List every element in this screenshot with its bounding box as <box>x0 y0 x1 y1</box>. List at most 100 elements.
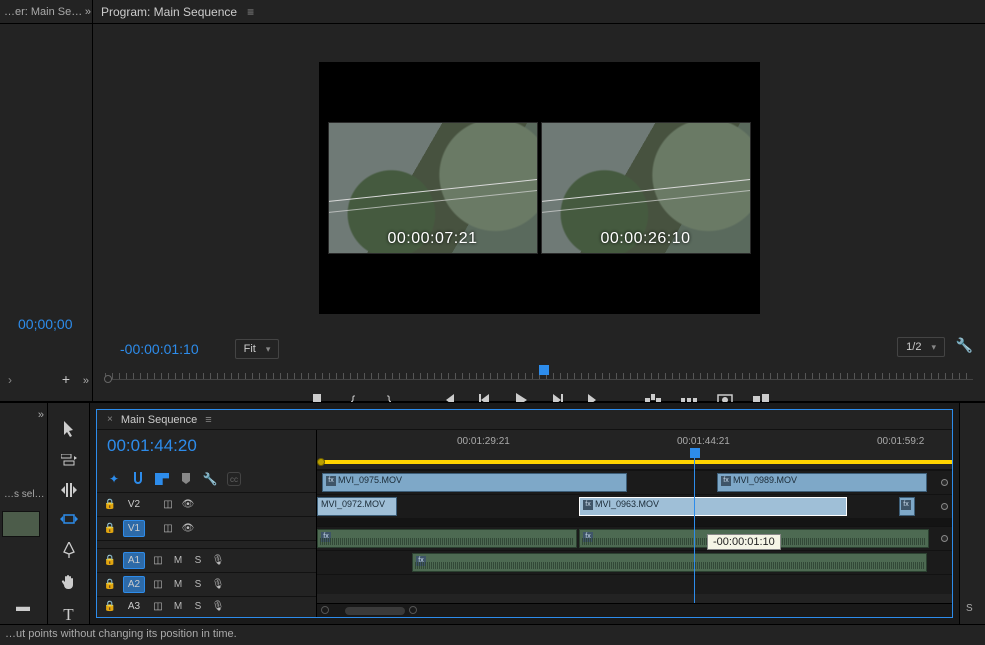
lock-a2-icon[interactable]: 🔒 <box>103 579 117 590</box>
mute-a3-button[interactable]: M <box>171 600 185 614</box>
fx-badge-icon: fx <box>326 476 336 486</box>
track-label-a2[interactable]: A2 <box>123 576 145 593</box>
hand-tool[interactable] <box>59 574 79 590</box>
project-selection-text: …s sel… <box>4 489 45 500</box>
linked-selection-icon[interactable] <box>155 472 169 486</box>
panel-menu-icon[interactable]: ≡ <box>247 5 254 19</box>
project-panel: » …s sel… ▬ <box>0 402 48 624</box>
eye-v1-icon[interactable]: 👁 <box>181 522 195 536</box>
sequence-menu-icon[interactable]: ≡ <box>205 414 211 426</box>
add-icon[interactable]: + <box>62 371 70 387</box>
voice-a2-icon[interactable]: 🎙 <box>211 578 225 592</box>
track-select-tool[interactable] <box>59 453 79 467</box>
clip-v2-b[interactable]: fxMVI_0989.MOV <box>717 473 927 492</box>
type-tool[interactable]: T <box>59 606 79 624</box>
clip-a2-a[interactable]: fx <box>412 553 927 572</box>
source-panel: …er: Main Se… » 00;00;00 » + › <box>0 0 93 401</box>
tool-palette: T <box>48 402 90 624</box>
source-timecode[interactable]: 00;00;00 <box>18 316 73 332</box>
solo-a2-button[interactable]: S <box>191 578 205 592</box>
ruler-tick: 00:01:44:21 <box>677 436 730 447</box>
program-offset-tc[interactable]: -00:00:01:10 <box>120 341 199 357</box>
selection-tool[interactable] <box>59 421 79 437</box>
work-area-bar[interactable] <box>321 460 952 464</box>
program-scrubber[interactable] <box>105 365 973 385</box>
captions-icon[interactable]: cc <box>227 472 241 486</box>
expand-source-icon[interactable]: » <box>83 375 86 387</box>
lock-v1-icon[interactable]: 🔒 <box>103 523 117 534</box>
trim-tooltip: -00:00:01:10 <box>707 534 781 550</box>
expand-project-icon[interactable]: » <box>38 409 41 421</box>
program-tab-label[interactable]: Program: Main Sequence <box>101 5 237 19</box>
time-ruler[interactable]: 00:01:29:21 00:01:44:21 00:01:59:2 <box>317 430 952 470</box>
keyframe-dot[interactable] <box>941 479 948 486</box>
lock-a1-icon[interactable]: 🔒 <box>103 555 117 566</box>
overlay-tc-left: 00:00:07:21 <box>387 230 477 248</box>
track-label-v1[interactable]: V1 <box>123 520 145 537</box>
right-docked-panel: S <box>959 402 985 624</box>
snap-icon[interactable] <box>131 472 145 486</box>
voice-a3-icon[interactable]: 🎙 <box>211 600 225 614</box>
program-viewer[interactable]: 00:00:07:21 00:00:26:10 <box>93 24 985 331</box>
mute-a2-button[interactable]: M <box>171 578 185 592</box>
sync-lock-v1-icon[interactable]: ◫ <box>161 522 175 536</box>
scrubber-playhead[interactable] <box>539 365 549 375</box>
sequence-tab-label[interactable]: Main Sequence <box>121 414 197 426</box>
clip-v1-b[interactable]: fxMVI_0963.MOV <box>579 497 847 516</box>
expand-icon[interactable]: » <box>85 6 88 18</box>
mute-a1-button[interactable]: M <box>171 554 185 568</box>
track-label-a3[interactable]: A3 <box>123 598 145 615</box>
ruler-tick: 00:01:59:2 <box>877 436 924 447</box>
marker-icon[interactable] <box>179 472 193 486</box>
fx-badge-icon: fx <box>583 500 593 510</box>
clip-v2-a[interactable]: fxMVI_0975.MOV <box>322 473 627 492</box>
track-label-v2[interactable]: V2 <box>123 496 145 513</box>
clip-v1-a[interactable]: MVI_0972.MOV <box>317 497 397 516</box>
source-tab-label[interactable]: …er: Main Se… <box>4 6 82 18</box>
solo-label: S <box>966 603 973 614</box>
resolution-select[interactable]: 1/2▾ <box>897 337 945 357</box>
project-thumbnail[interactable] <box>2 511 40 537</box>
zoom-fit-select[interactable]: Fit▾ <box>235 339 280 359</box>
timeline-wrench-icon[interactable]: 🔧 <box>203 472 217 486</box>
lock-v2-icon[interactable]: 🔒 <box>103 499 117 510</box>
slip-tool[interactable] <box>59 513 79 527</box>
status-bar: …ut points without changing its position… <box>0 624 985 645</box>
insert-mode-icon[interactable]: ✦ <box>107 472 121 486</box>
ruler-tick: 00:01:29:21 <box>457 436 510 447</box>
compare-frame-left: 00:00:07:21 <box>328 122 538 254</box>
eye-v2-icon[interactable]: 👁 <box>181 498 195 512</box>
caret-icon[interactable]: › <box>8 373 12 387</box>
timeline-playhead[interactable] <box>694 450 695 617</box>
bin-view-icon[interactable]: ▬ <box>16 598 30 614</box>
solo-a3-button[interactable]: S <box>191 600 205 614</box>
close-sequence-icon[interactable]: × <box>107 414 113 425</box>
keyframe-dot[interactable] <box>941 503 948 510</box>
compare-frame-right: 00:00:26:10 <box>541 122 751 254</box>
video-frame: 00:00:07:21 00:00:26:10 <box>319 62 760 314</box>
sync-lock-a2-icon[interactable]: ◫ <box>151 578 165 592</box>
lock-a3-icon[interactable]: 🔒 <box>103 601 117 612</box>
pen-tool[interactable] <box>59 542 79 558</box>
timeline-panel: × Main Sequence ≡ 00:01:44:20 ✦ 🔧 cc <box>90 402 959 624</box>
status-text: …ut points without changing its position… <box>5 628 237 640</box>
timeline-header: 00:01:44:20 ✦ 🔧 cc 🔒 V2 ◫ 👁 <box>97 430 317 617</box>
sync-lock-a1-icon[interactable]: ◫ <box>151 554 165 568</box>
keyframe-dot[interactable] <box>941 535 948 542</box>
clip-v1-fx[interactable]: fx <box>899 497 915 516</box>
sync-lock-v2-icon[interactable]: ◫ <box>161 498 175 512</box>
voice-a1-icon[interactable]: 🎙 <box>211 554 225 568</box>
clip-a1-a[interactable]: fx <box>317 529 577 548</box>
ripple-edit-tool[interactable] <box>59 483 79 497</box>
settings-wrench-icon[interactable]: 🔧 <box>956 337 973 354</box>
track-label-a1[interactable]: A1 <box>123 552 145 569</box>
timeline-timecode[interactable]: 00:01:44:20 <box>97 430 316 470</box>
overlay-tc-right: 00:00:26:10 <box>600 230 690 248</box>
solo-a1-button[interactable]: S <box>191 554 205 568</box>
program-panel: Program: Main Sequence ≡ 00:00:07:21 00:… <box>93 0 985 401</box>
fx-badge-icon: fx <box>721 476 731 486</box>
fx-badge-icon: fx <box>901 500 911 510</box>
timeline-tracks[interactable]: 00:01:29:21 00:01:44:21 00:01:59:2 fxMVI… <box>317 430 952 617</box>
sync-lock-a3-icon[interactable]: ◫ <box>151 600 165 614</box>
timeline-zoom-scroll[interactable] <box>317 603 952 617</box>
